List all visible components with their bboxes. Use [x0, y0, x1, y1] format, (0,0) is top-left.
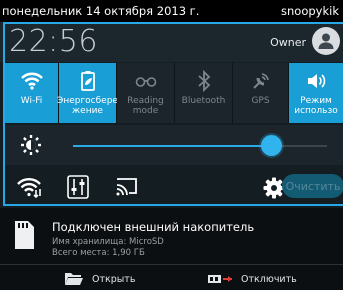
folder-icon	[65, 273, 83, 285]
brightness-thumb[interactable]	[261, 135, 283, 156]
clock: 22:56	[9, 24, 98, 59]
notification-title: Подключен внешний накопитель	[52, 220, 255, 234]
gps-icon	[252, 73, 269, 89]
toggle-label: Режим использо	[294, 96, 338, 116]
open-button[interactable]: Открыть	[64, 269, 135, 289]
toggle-sound-mode[interactable]: Режим использо	[289, 63, 343, 123]
open-label: Открыть	[92, 273, 136, 285]
toggle-reading-mode[interactable]: Reading mode	[117, 63, 175, 123]
toggle-label: Reading mode	[127, 96, 164, 116]
wifi-settings-button[interactable]	[17, 173, 43, 201]
toggle-label: Энергосбере жение	[57, 96, 118, 116]
toggle-gps[interactable]: GPS	[233, 63, 289, 123]
toggle-label: Wi-Fi	[20, 96, 43, 106]
owner-label[interactable]: Owner	[270, 36, 306, 49]
disconnect-label: Отключить	[241, 273, 297, 285]
notification-shade: понедельник 14 октября 2013 г. snoopykik…	[0, 0, 343, 290]
brightness-fill	[73, 145, 272, 147]
status-date: понедельник 14 октября 2013 г.	[2, 4, 200, 18]
notification-card[interactable]: Подключен внешний накопитель Имя хранили…	[0, 208, 343, 264]
status-user: snoopykik	[281, 4, 339, 18]
toggle-label: GPS	[251, 96, 270, 106]
notification-actions: Открыть Отключить	[0, 264, 343, 290]
bluetooth-icon	[197, 70, 210, 92]
equalizer-button[interactable]	[67, 173, 89, 201]
screen-mirroring-button[interactable]	[115, 173, 139, 201]
wifi-settings-icon	[17, 178, 41, 198]
quick-tools-row: Очистить	[5, 167, 343, 207]
sound-icon	[308, 74, 326, 88]
brightness-icon[interactable]	[20, 134, 42, 156]
avatar[interactable]	[312, 27, 340, 55]
battery-saver-icon	[80, 71, 95, 91]
notification-total-space: Всего места: 1,90 ГБ	[52, 248, 145, 258]
equalizer-icon	[67, 175, 89, 199]
eject-usb-icon	[208, 275, 232, 283]
toggle-power-saving[interactable]: Энергосбере жение	[57, 63, 118, 123]
brightness-row	[5, 125, 343, 165]
clear-notifications-button[interactable]: Очистить	[282, 174, 343, 198]
quick-toggles: Wi-Fi Энергосбере жение Reading mode Blu…	[5, 63, 343, 123]
status-bar: понедельник 14 октября 2013 г. snoopykik	[0, 0, 343, 22]
sd-card-icon	[15, 221, 34, 249]
toggle-bluetooth[interactable]: Bluetooth	[175, 63, 233, 123]
quick-settings-header: 22:56 Owner	[0, 22, 343, 62]
toggle-wifi[interactable]: Wi-Fi	[5, 63, 59, 123]
wifi-icon	[20, 72, 43, 90]
toggle-label: Bluetooth	[181, 96, 226, 106]
screen-mirroring-icon	[116, 178, 137, 196]
notification-storage-name: Имя хранилища: MicroSD	[52, 237, 164, 247]
user-icon	[318, 33, 334, 49]
brightness-slider[interactable]	[73, 135, 327, 156]
disconnect-button[interactable]: Отключить	[207, 269, 297, 289]
quick-settings-panel: 22:56 Owner Wi-Fi Энергосбере жение Read…	[0, 22, 343, 208]
glasses-icon	[135, 77, 156, 87]
